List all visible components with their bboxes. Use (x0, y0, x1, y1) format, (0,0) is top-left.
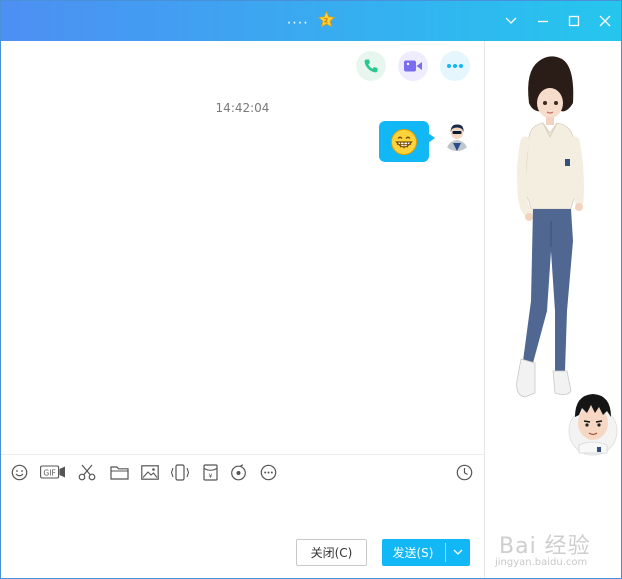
send-button-label: 发送(S) (392, 546, 434, 560)
boy-avatar-head[interactable] (567, 391, 619, 457)
message-input[interactable] (1, 486, 484, 531)
gif-label: GIF (43, 468, 55, 477)
chat-panel: 14:42:04 GIF ¥ 关闭(C) 发送(S) (1, 41, 484, 578)
phone-icon[interactable] (356, 51, 386, 81)
music-icon[interactable] (228, 462, 248, 482)
chevron-down-icon[interactable] (499, 9, 523, 33)
grinning-emoji-icon (391, 128, 417, 155)
avatar-show-panel (485, 41, 622, 578)
message-bubble[interactable] (379, 121, 429, 162)
svg-text:2: 2 (324, 17, 330, 25)
close-icon[interactable] (593, 9, 617, 33)
folder-icon[interactable] (109, 462, 129, 482)
message-timestamp: 14:42:04 (215, 101, 270, 115)
scissors-icon[interactable] (77, 462, 97, 482)
minimize-icon[interactable] (531, 9, 555, 33)
bubble-tail (428, 133, 435, 143)
window-title: .... 2 (1, 11, 621, 28)
close-button[interactable]: 关闭(C) (296, 539, 367, 566)
svg-text:¥: ¥ (208, 472, 212, 480)
send-button[interactable]: 发送(S) (382, 539, 470, 566)
gif-icon[interactable]: GIF (40, 462, 66, 482)
shake-icon[interactable] (170, 462, 190, 482)
watermark-url: jingyan.baidu.com (495, 557, 588, 568)
video-camera-icon[interactable] (398, 51, 428, 81)
red-packet-icon[interactable]: ¥ (200, 462, 220, 482)
chevron-down-icon[interactable] (446, 539, 470, 566)
compose-divider (1, 454, 484, 455)
history-clock-icon[interactable] (454, 462, 474, 482)
title-bar: .... 2 (1, 1, 621, 41)
more-icon[interactable] (258, 462, 278, 482)
watermark-text: Bai 经验 (499, 534, 591, 559)
girl-avatar-show[interactable] (485, 41, 622, 578)
emoji-icon[interactable] (9, 462, 29, 482)
gold-star-icon: 2 (318, 11, 336, 28)
chat-window: .... 2 14:42:04 GIF ¥ 关闭(C) 发送(S) Bai 经验… (0, 0, 622, 579)
more-dots-icon[interactable] (440, 51, 470, 81)
avatar[interactable] (442, 121, 472, 151)
image-icon[interactable] (140, 462, 160, 482)
maximize-icon[interactable] (562, 9, 586, 33)
contact-name: .... (286, 11, 309, 28)
